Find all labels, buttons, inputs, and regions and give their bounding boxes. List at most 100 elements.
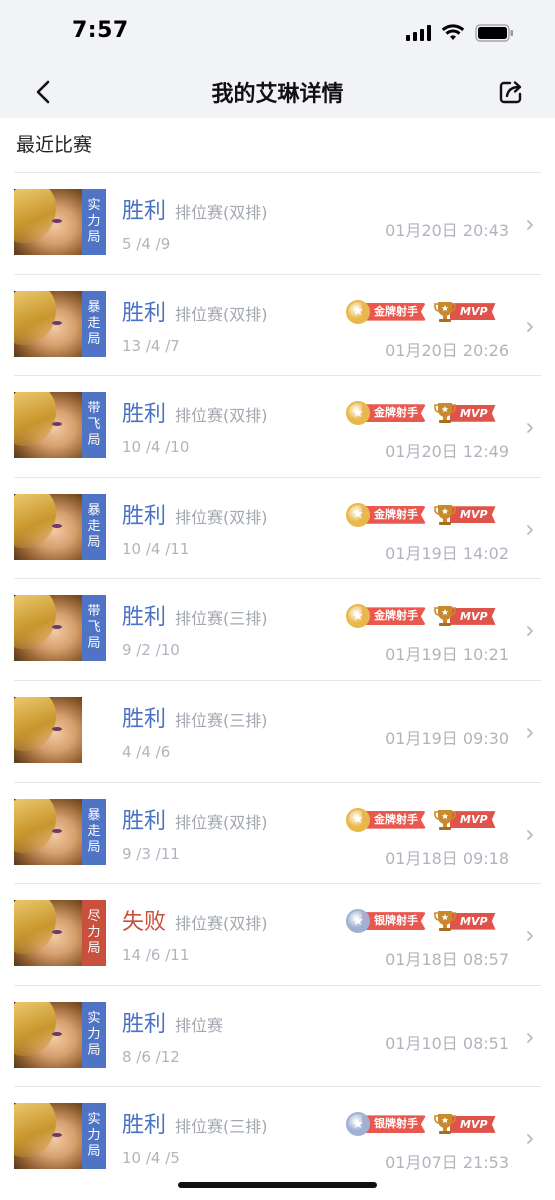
match-datetime: 01月07日 21:53 [385,1153,509,1173]
chevron-right-icon [527,423,533,433]
match-row[interactable]: 带飞局胜利 排位赛(三排) 9 /2 /10 01月19日 10:21 ★ 金牌射手 MVP [14,578,541,680]
match-row[interactable]: 暴走局胜利 排位赛(双排) 9 /3 /11 01月18日 09:18 ★ 金牌射手 MVP [14,781,541,884]
match-result: 胜利 [122,1113,167,1139]
achievement-badges: ★ 银牌射手 MVP [346,908,496,934]
achievement-badges: ★ 金牌射手 MVP [346,502,496,528]
achievement-badges: ★ 金牌射手 MVP [346,807,496,833]
performance-tag: 实力局 [82,1001,106,1068]
match-mode: 排位赛(双排) [175,406,268,426]
match-kda: 10 /4 /10 [122,438,190,457]
medal-label: 金牌射手 [362,810,426,829]
mvp-badge: MVP [434,400,496,426]
chevron-right-icon [527,728,533,738]
performance-tag: 暴走局 [82,493,106,560]
chevron-right-icon [527,524,533,535]
performance-tag-char: 力 [87,1128,101,1144]
hero-avatar [14,189,82,255]
performance-tag-char: 尽 [87,909,101,925]
trophy-icon [434,403,456,424]
performance-tag-char: 暴 [87,807,101,823]
performance-tag-char: 局 [87,1144,101,1160]
match-datetime: 01月18日 09:18 [385,848,509,868]
share-icon [499,81,522,104]
performance-tag-char: 带 [87,401,101,417]
match-mode: 排位赛(三排) [175,1117,268,1137]
performance-tag: 暴走局 [82,798,106,865]
chevron-right-icon [527,1032,533,1043]
performance-tag-char: 局 [87,839,101,855]
silver-medal-badge: ★ 银牌射手 [346,1112,426,1137]
silver-medal-badge: ★ 银牌射手 [346,909,426,934]
match-kda: 10 /4 /5 [122,1149,180,1168]
match-row[interactable]: 实力局胜利 排位赛(三排) 10 /4 /5 01月07日 21:53 ★ 银牌射手 MVP [14,1086,541,1188]
star-icon: ★ [346,502,370,527]
battery-icon [475,24,513,42]
hero-avatar [14,798,82,865]
status-time: 7:57 [72,18,129,43]
match-result: 胜利 [122,503,167,529]
hero-avatar [14,1001,82,1068]
match-datetime: 01月20日 20:43 [385,221,509,240]
match-row[interactable]: 暴走局胜利 排位赛(双排) 13 /4 /7 01月20日 20:26 ★ 金牌射手 MVP [14,273,541,376]
match-mode: 排位赛 [175,1015,224,1035]
performance-tag-char: 实 [87,1112,101,1128]
performance-tag: 带飞局 [82,595,106,662]
match-row[interactable]: 带飞局胜利 排位赛(双排) 10 /4 /10 01月20日 12:49 ★ 金牌射手 MV… [14,375,541,477]
hero-avatar [14,1103,82,1170]
performance-tag-char: 力 [87,1026,101,1042]
hero-avatar [14,595,82,662]
status-icons [406,22,515,44]
match-row[interactable]: 胜利 排位赛(三排) 4 /4 /6 01月19日 09:30 [14,679,541,782]
chevron-right-icon [527,626,533,637]
achievement-badges: ★ 金牌射手 MVP [346,603,496,629]
mvp-label: MVP [450,404,496,422]
match-result: 胜利 [122,300,167,326]
match-kda: 8 /6 /12 [122,1047,180,1066]
match-mode: 排位赛(双排) [175,812,268,832]
performance-tag-char: 局 [87,230,101,245]
star-icon: ★ [346,299,370,324]
match-kda: 10 /4 /11 [122,539,190,558]
trophy-icon [434,504,456,525]
hero-avatar [14,392,82,459]
match-kda: 4 /4 /6 [122,742,171,761]
match-mode: 排位赛(双排) [175,304,268,324]
match-row[interactable]: 实力局胜利 排位赛 8 /6 /12 01月10日 08:51 [14,984,541,1087]
performance-tag: 带飞局 [82,392,106,459]
gold-medal-badge: ★ 金牌射手 [346,604,426,629]
share-button[interactable] [497,78,525,106]
match-datetime: 01月18日 08:57 [385,950,509,970]
achievement-badges: ★ 金牌射手 MVP [346,299,496,325]
match-kda: 9 /2 /10 [122,641,180,660]
match-row[interactable]: 实力局胜利 排位赛(双排) 5 /4 /9 01月20日 20:43 [14,172,541,274]
chevron-right-icon [527,1134,533,1145]
match-result: 失败 [122,910,167,936]
match-kda: 14 /6 /11 [122,946,190,965]
match-row[interactable]: 尽力局失败 排位赛(双排) 14 /6 /11 01月18日 08:57 ★ 银牌射手 MV… [14,883,541,985]
performance-tag-char: 局 [87,941,101,957]
performance-tag-char: 走 [87,518,101,534]
gold-medal-badge: ★ 金牌射手 [346,502,426,527]
mvp-badge: MVP [434,908,496,934]
mvp-badge: MVP [434,1111,496,1137]
match-datetime: 01月20日 20:26 [385,340,509,360]
hero-avatar [14,900,82,967]
achievement-badges: ★ 银牌射手 MVP [346,1111,496,1137]
status-bar: 7:57 [0,0,555,66]
cellular-signal-icon [406,25,431,41]
wifi-icon [441,24,465,40]
chevron-right-icon [527,220,533,230]
mvp-label: MVP [450,506,496,524]
star-icon: ★ [346,807,370,832]
match-row[interactable]: 暴走局胜利 排位赛(双排) 10 /4 /11 01月19日 14:02 ★ 金牌射手 MV… [14,476,541,579]
match-mode: 排位赛(双排) [175,203,268,222]
match-result: 胜利 [122,808,167,834]
match-datetime: 01月20日 12:49 [385,442,509,462]
performance-tag-char: 局 [87,331,101,347]
trophy-icon [434,911,456,932]
gold-medal-badge: ★ 金牌射手 [346,299,426,324]
performance-tag-char: 局 [87,534,101,550]
medal-label: 金牌射手 [362,505,426,524]
performance-tag: 实力局 [82,1103,106,1170]
trophy-icon [434,1114,456,1135]
